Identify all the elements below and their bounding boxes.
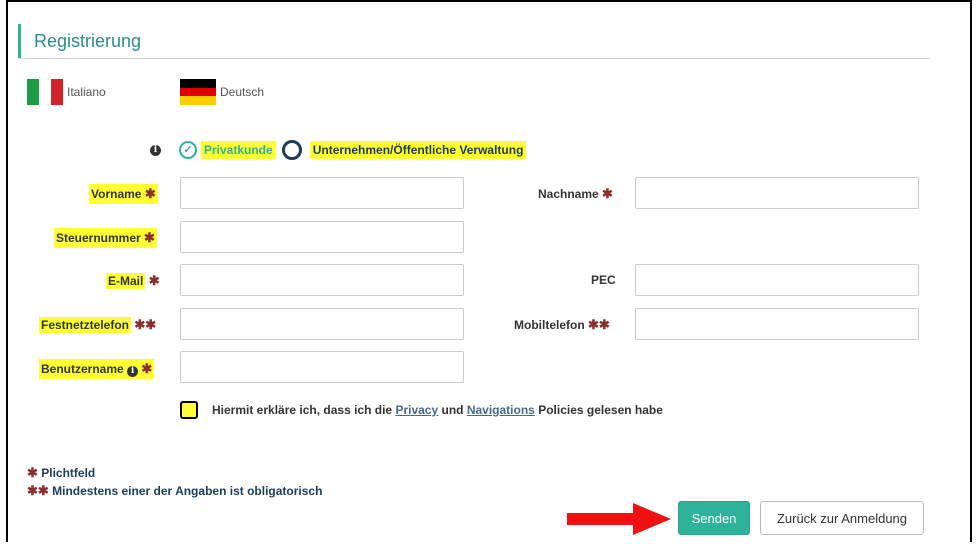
back-to-login-button[interactable]: Zurück zur Anmeldung: [760, 501, 924, 535]
required-star-icon: ✱: [141, 361, 153, 376]
section-header: Registrierung: [18, 24, 930, 59]
vorname-label-text: Vorname: [91, 187, 142, 201]
pec-input[interactable]: [635, 264, 919, 296]
mobil-input[interactable]: [635, 308, 919, 340]
navigations-link[interactable]: Navigations: [467, 403, 535, 417]
required-star-icon: ✱: [148, 273, 160, 288]
one-required-star-icon: ✱✱: [134, 317, 157, 332]
consent-text-prefix: Hiermit erkläre ich, dass ich die: [212, 403, 393, 417]
pec-label: PEC: [591, 273, 616, 287]
submit-button[interactable]: Senden: [678, 501, 750, 535]
required-star-icon: ✱: [602, 186, 613, 201]
info-icon[interactable]: i: [150, 144, 161, 156]
email-input[interactable]: [180, 264, 464, 296]
header-accent-bar: [18, 24, 21, 58]
festnetz-input[interactable]: [180, 308, 464, 340]
consent-row: Hiermit erkläre ich, dass ich die Privac…: [180, 401, 663, 419]
flag-germany-icon: [180, 79, 216, 106]
one-required-star-icon: ✱✱: [588, 317, 610, 332]
benutzername-label-text: Benutzername: [41, 362, 124, 376]
red-arrow-icon: [567, 503, 671, 535]
nachname-label: Nachname ✱: [536, 184, 615, 204]
consent-checkbox[interactable]: [180, 401, 198, 419]
consent-text-suffix: Policies gelesen habe: [538, 403, 663, 417]
required-star-icon: ✱: [27, 465, 38, 480]
steuernummer-input[interactable]: [180, 221, 464, 253]
required-star-icon: ✱: [144, 230, 155, 245]
page-title: Registrierung: [34, 31, 142, 51]
legend-one-required: ✱✱ Mindestens einer der Angaben ist obli…: [27, 483, 322, 499]
radio-label-privatkunde[interactable]: Privatkunde: [201, 141, 276, 159]
flag-italy-icon: [27, 79, 63, 105]
mobil-label-text: Mobiltelefon: [514, 318, 585, 332]
customer-type-group: i ✓ Privatkunde Unternehmen/Öffentliche …: [150, 140, 527, 160]
mobil-label: Mobiltelefon ✱✱: [512, 315, 612, 335]
language-deutsch[interactable]: Deutsch: [180, 79, 265, 106]
radio-label-unternehmen[interactable]: Unternehmen/Öffentliche Verwaltung: [309, 141, 527, 159]
language-label-deutsch: Deutsch: [220, 85, 265, 99]
steuernummer-label-text: Steuernummer: [56, 231, 141, 245]
one-required-star-icon: ✱✱: [27, 483, 49, 498]
radio-unternehmen[interactable]: [281, 140, 302, 160]
info-icon[interactable]: i: [127, 366, 139, 377]
nachname-input[interactable]: [635, 177, 919, 209]
legend-required: ✱ Plichtfeld: [27, 465, 95, 481]
festnetz-label: Festnetztelefon ✱✱: [37, 315, 158, 335]
privacy-link[interactable]: Privacy: [395, 403, 438, 417]
legend-one-required-text: Mindestens einer der Angaben ist obligat…: [52, 484, 323, 498]
email-label-text: E-Mail: [106, 273, 146, 289]
email-label: E-Mail ✱: [104, 271, 162, 291]
festnetz-label-text: Festnetztelefon: [39, 317, 132, 333]
vorname-label: Vorname ✱: [89, 184, 158, 204]
consent-text-and: und: [441, 403, 464, 417]
vorname-input[interactable]: [180, 177, 464, 209]
language-italiano[interactable]: Italiano: [27, 79, 106, 105]
required-star-icon: ✱: [144, 186, 156, 201]
benutzername-label: Benutzername i ✱: [39, 359, 155, 379]
language-label-italiano: Italiano: [67, 85, 106, 99]
nachname-label-text: Nachname: [538, 187, 599, 201]
steuernummer-label: Steuernummer ✱: [54, 228, 157, 248]
legend-required-text: Plichtfeld: [41, 466, 96, 480]
radio-privatkunde[interactable]: ✓: [179, 141, 197, 159]
benutzername-input[interactable]: [180, 351, 464, 383]
